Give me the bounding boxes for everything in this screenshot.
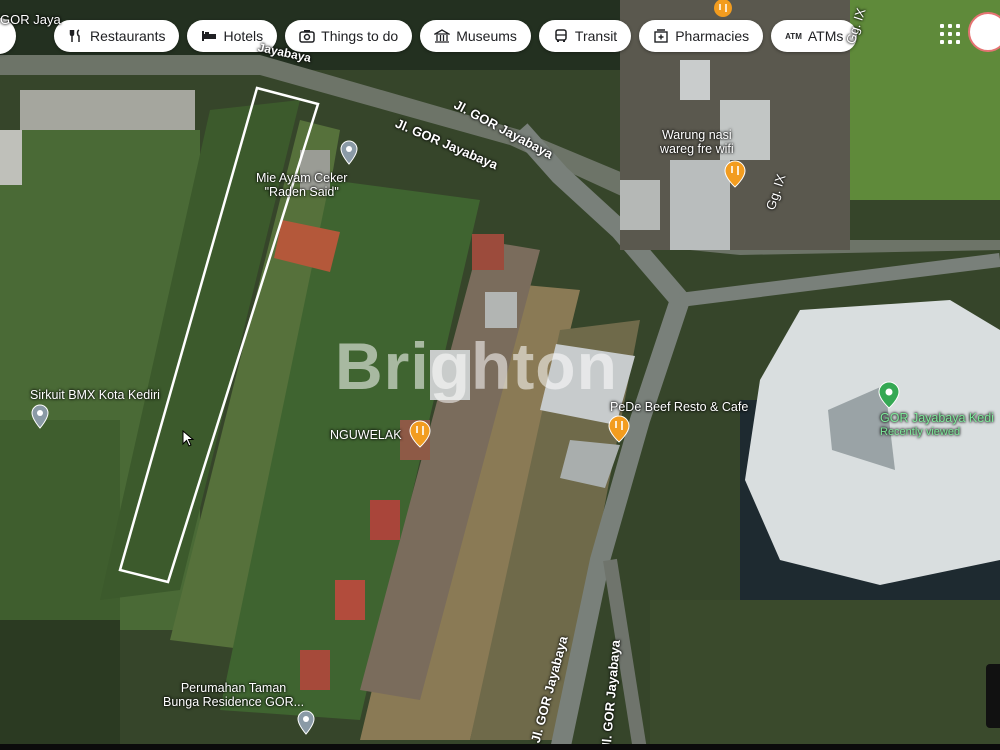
chip-label: ATMs <box>807 28 844 44</box>
bed-icon <box>201 28 217 44</box>
place-label-perumahan[interactable]: Perumahan Taman Bunga Residence GOR... <box>163 681 304 709</box>
place-sublabel-gor: Recently viewed <box>880 426 961 438</box>
place-pin-icon[interactable] <box>339 140 359 166</box>
place-pin-icon[interactable] <box>296 710 316 736</box>
atm-icon: ATM <box>785 31 802 41</box>
chip-label: Museums <box>456 28 517 44</box>
apps-grid-icon[interactable] <box>940 24 960 44</box>
food-pin-icon[interactable] <box>608 415 630 443</box>
chip-transit[interactable]: Transit <box>538 20 632 52</box>
chip-label: Restaurants <box>90 28 166 44</box>
road-label: GOR Jaya <box>0 12 61 27</box>
chip-pharmacies[interactable]: Pharmacies <box>639 20 764 52</box>
category-chips: Restaurants Hotels Things to do Museums … <box>54 20 858 52</box>
place-label-mie-ayam[interactable]: Mie Ayam Ceker "Raden Said" <box>256 171 347 199</box>
camera-icon <box>299 28 315 44</box>
chip-label: Things to do <box>321 28 399 44</box>
pharmacy-icon <box>653 28 669 44</box>
fork-knife-icon <box>68 28 84 44</box>
gor-pin-icon[interactable] <box>878 381 900 409</box>
food-pin-icon[interactable] <box>724 160 746 188</box>
place-pin-icon[interactable] <box>30 404 50 430</box>
map-side-control[interactable] <box>986 664 1000 728</box>
museum-icon <box>434 28 451 44</box>
food-pin-icon[interactable] <box>712 0 734 22</box>
place-label-gor[interactable]: GOR Jayabaya Kedi <box>880 411 994 425</box>
chip-label: Pharmacies <box>675 28 750 44</box>
chip-museums[interactable]: Museums <box>420 20 531 52</box>
watermark: Brighton <box>335 329 618 403</box>
chip-things-to-do[interactable]: Things to do <box>285 20 413 52</box>
chip-label: Transit <box>574 28 618 44</box>
mouse-cursor-icon <box>182 430 195 447</box>
avatar[interactable] <box>968 12 1000 52</box>
chip-restaurants[interactable]: Restaurants <box>54 20 180 52</box>
bus-icon <box>553 28 569 44</box>
chip-label: Hotels <box>223 28 264 44</box>
place-label-sirkuit[interactable]: Sirkuit BMX Kota Kediri <box>30 388 160 402</box>
bottom-bar <box>0 744 1000 750</box>
food-pin-icon[interactable] <box>409 420 431 448</box>
place-label-warung[interactable]: Warung nasi wareg fre wifi <box>660 128 734 156</box>
place-label-nguwelak[interactable]: NGUWELAK <box>330 428 402 442</box>
place-label-pede[interactable]: PeDe Beef Resto & Cafe <box>610 400 748 414</box>
